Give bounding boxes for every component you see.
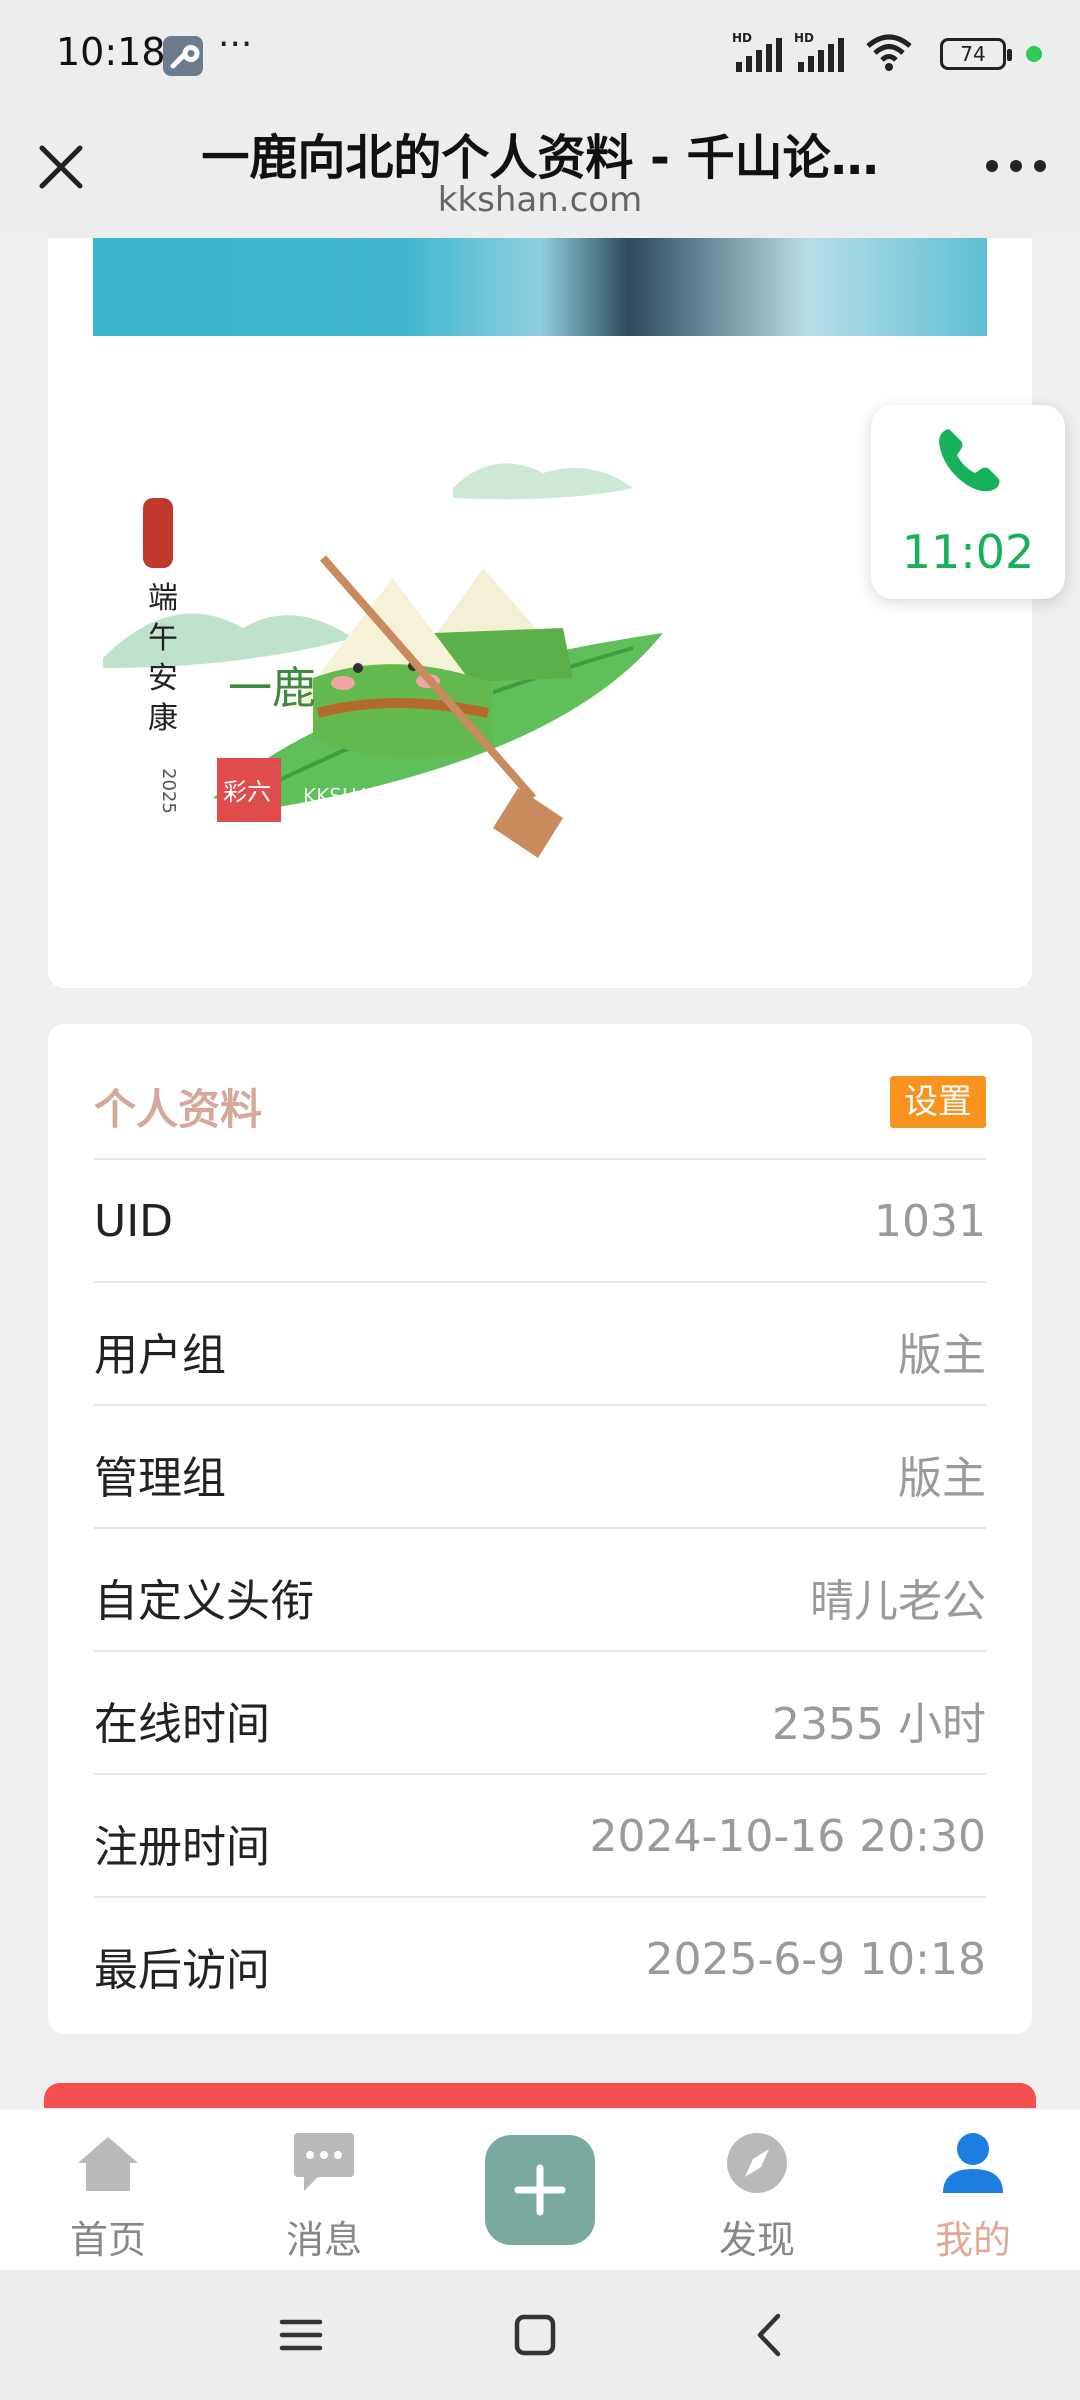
row-value: 2024-10-16 20:30	[589, 1811, 987, 1862]
festival-text-3: 安	[148, 661, 178, 696]
seal-top	[143, 498, 173, 568]
festival-text-1: 端	[148, 581, 178, 616]
watermark: KKSHAN.COM/	[303, 784, 446, 808]
page-title: 一鹿向北的个人资料 - 千山论…	[201, 130, 879, 186]
row-label: 注册时间	[94, 1822, 270, 1873]
profile-row-user-group: 用户组 版主	[94, 1283, 986, 1406]
profile-row-online-time: 在线时间 2355 小时	[94, 1652, 986, 1775]
status-bar: 10:18 ··· HD HD 74	[0, 0, 1080, 108]
add-post-button[interactable]	[485, 2135, 595, 2245]
row-label: 用户组	[94, 1330, 226, 1381]
message-icon	[294, 2133, 354, 2191]
row-label: 自定义头衔	[94, 1576, 314, 1627]
row-label: 最后访问	[94, 1945, 270, 1996]
title-bar: 一鹿向北的个人资料 - 千山论… kkshan.com	[0, 108, 1080, 238]
row-label: UID	[94, 1196, 174, 1247]
home-square-icon[interactable]	[510, 2310, 560, 2360]
menu-icon[interactable]	[276, 2310, 326, 2360]
row-value: 版主	[898, 1453, 986, 1504]
close-icon[interactable]	[34, 140, 88, 194]
signature-name: 一鹿	[228, 663, 316, 714]
festival-text-2: 午	[148, 621, 178, 656]
wrench-icon	[163, 36, 203, 76]
profile-cover-image	[93, 238, 987, 336]
profile-row-register-time: 注册时间 2024-10-16 20:30	[94, 1775, 986, 1898]
dragon-boat-festival-image: 端 午 安 康 2025 一鹿 彩六 KKSHAN.COM/	[103, 463, 663, 858]
status-time: 10:18	[56, 30, 166, 74]
profile-row-last-visit: 最后访问 2025-6-9 10:18	[94, 1898, 986, 2021]
nav-item-me[interactable]: 我的	[893, 2109, 1053, 2271]
row-label: 管理组	[94, 1453, 226, 1504]
nav-label: 发现	[718, 2218, 795, 2262]
row-value: 版主	[898, 1330, 986, 1381]
nav-item-messages[interactable]: 消息	[244, 2109, 404, 2271]
plus-icon	[514, 2164, 566, 2216]
row-value: 2355 小时	[772, 1699, 986, 1750]
svg-text:HD: HD	[732, 31, 752, 45]
profile-card: 个人资料 设置 UID 1031 用户组 版主 管理组 版主 自定义头衔 晴儿老…	[48, 1024, 1032, 2034]
back-icon[interactable]	[746, 2310, 796, 2360]
row-value: 1031	[874, 1196, 986, 1247]
battery-icon: 74	[940, 38, 1012, 70]
user-icon	[943, 2133, 1003, 2193]
row-value: 晴儿老公	[810, 1576, 986, 1627]
nav-label: 消息	[285, 2218, 362, 2262]
wifi-icon	[866, 34, 912, 71]
profile-banner-card: 端 午 安 康 2025 一鹿 彩六 KKSHAN.COM/	[48, 238, 1032, 988]
call-floating-widget[interactable]: 11:02	[871, 405, 1065, 599]
seal-text: 彩六	[223, 778, 271, 806]
row-value: 2025-6-9 10:18	[645, 1934, 986, 1985]
profile-row-uid: UID 1031	[94, 1160, 986, 1283]
nav-label: 我的	[934, 2218, 1011, 2262]
nav-item-discover[interactable]: 发现	[677, 2109, 837, 2271]
bottom-nav: 首页 消息 发现 我的	[0, 2108, 1080, 2270]
compass-icon	[727, 2133, 787, 2193]
call-duration: 11:02	[901, 525, 1035, 579]
profile-title: 个人资料	[94, 1085, 263, 1134]
profile-header: 个人资料 设置	[94, 1024, 986, 1160]
recording-dot	[1026, 46, 1042, 62]
phone-icon	[939, 429, 1000, 492]
page-domain: kkshan.com	[437, 180, 643, 220]
profile-row-custom-title: 自定义头衔 晴儿老公	[94, 1529, 986, 1652]
system-nav-bar	[0, 2270, 1080, 2400]
nav-item-home[interactable]: 首页	[28, 2109, 188, 2271]
status-icons: HD HD 74	[732, 30, 1052, 80]
home-icon	[78, 2137, 138, 2191]
festival-year: 2025	[158, 768, 179, 814]
row-label: 在线时间	[94, 1699, 270, 1750]
hd-signal-icon: HD	[794, 31, 844, 72]
festival-text-4: 康	[148, 701, 178, 736]
profile-row-admin-group: 管理组 版主	[94, 1406, 986, 1529]
nav-label: 首页	[69, 2218, 146, 2262]
svg-text:HD: HD	[794, 31, 814, 45]
settings-button[interactable]: 设置	[890, 1076, 986, 1128]
hd-signal-icon: HD	[732, 31, 782, 72]
more-icon[interactable]	[984, 148, 1048, 184]
status-overflow-dots: ···	[218, 24, 253, 65]
